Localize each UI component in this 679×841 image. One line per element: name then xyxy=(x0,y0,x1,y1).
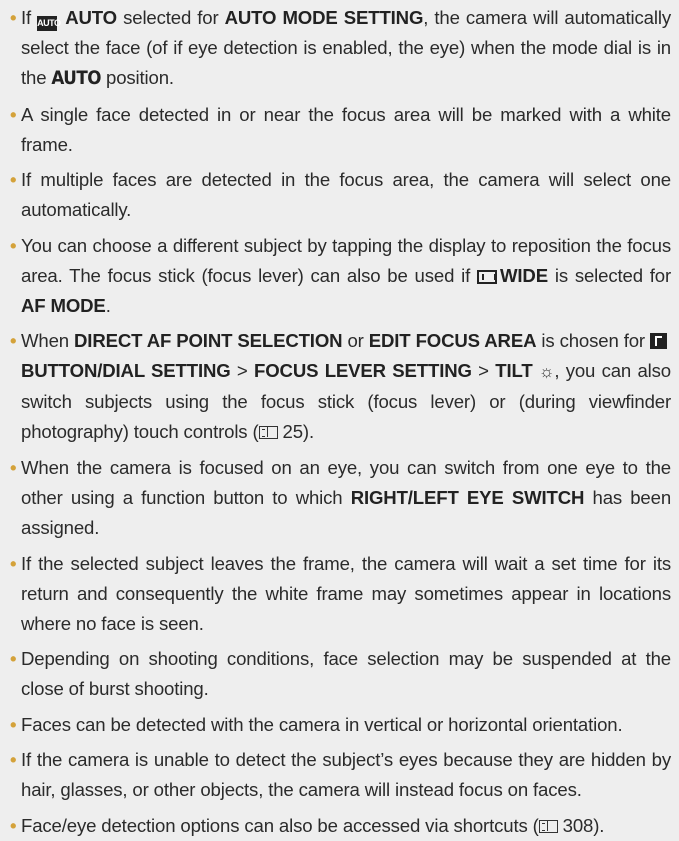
bullet-icon: • xyxy=(10,234,17,256)
tilt-icon: ☼ xyxy=(538,362,555,382)
wide-af-icon xyxy=(477,269,498,284)
bullet-icon: • xyxy=(10,749,17,771)
bullet-icon: • xyxy=(10,456,17,478)
menu-term: AUTO MODE SETTING xyxy=(224,7,424,28)
note-item: • If the camera is unable to detect the s… xyxy=(10,745,671,805)
menu-term: BUTTON/DIAL SETTING xyxy=(21,360,231,382)
bullet-icon: • xyxy=(10,713,17,735)
note-text: position. xyxy=(101,67,174,88)
note-item: • When the camera is focused on an eye, y… xyxy=(10,453,671,543)
bullet-icon: • xyxy=(10,7,17,28)
fn-button-icon xyxy=(650,333,668,350)
note-text: 25). xyxy=(282,421,315,443)
menu-term: FOCUS LEVER SETTING xyxy=(254,360,472,382)
note-text: is chosen for xyxy=(536,330,651,352)
note-text: Faces can be detected with the camera in… xyxy=(21,713,623,735)
note-text: . xyxy=(105,294,111,316)
note-text: If the camera is unable to detect the su… xyxy=(21,749,671,801)
note-text: 308). xyxy=(562,814,605,836)
bullet-icon: • xyxy=(10,648,17,670)
page-ref-icon xyxy=(258,426,278,440)
note-item: • Face/eye detection options can also be … xyxy=(10,811,671,841)
manual-page: • If AUTO AUTO selected for AUTO MODE SET… xyxy=(0,0,679,836)
note-text: selected for xyxy=(117,7,225,28)
menu-term: RIGHT/LEFT EYE SWITCH xyxy=(350,486,585,508)
note-text: > xyxy=(471,360,496,382)
note-item: • When DIRECT AF POINT SELECTION or EDIT … xyxy=(10,326,671,447)
note-text: When xyxy=(21,330,75,352)
menu-term: AF MODE xyxy=(21,294,106,316)
menu-term: WIDE xyxy=(500,264,548,286)
note-item: • If AUTO AUTO selected for AUTO MODE SET… xyxy=(10,3,671,94)
menu-term: AUTO xyxy=(65,7,117,28)
note-item: • Depending on shooting conditions, face … xyxy=(10,644,671,704)
note-text: A single face detected in or near the fo… xyxy=(21,103,671,155)
bullet-icon: • xyxy=(10,169,17,191)
note-text: Face/eye detection options can also be a… xyxy=(21,814,539,836)
menu-term: EDIT FOCUS AREA xyxy=(368,330,537,352)
note-text: If the selected subject leaves the frame… xyxy=(21,552,671,634)
menu-term: AUTO xyxy=(51,68,102,89)
note-text: is selected for xyxy=(547,264,671,286)
bullet-icon: • xyxy=(10,814,17,836)
note-item: • You can choose a different subject by t… xyxy=(10,231,671,321)
bullet-icon: • xyxy=(10,103,17,125)
note-text: If xyxy=(21,7,38,28)
page-ref-icon xyxy=(538,819,558,833)
bullet-icon: • xyxy=(10,330,17,352)
note-text: Depending on shooting conditions, face s… xyxy=(21,648,671,700)
menu-term: TILT xyxy=(495,360,533,382)
notes-list: • If AUTO AUTO selected for AUTO MODE SET… xyxy=(10,3,671,841)
note-item: • If the selected subject leaves the fram… xyxy=(10,549,671,639)
auto-mode-icon: AUTO xyxy=(37,16,61,31)
bullet-icon: • xyxy=(10,552,17,574)
menu-term: DIRECT AF POINT SELECTION xyxy=(74,330,343,352)
note-text: If multiple faces are detected in the fo… xyxy=(21,169,671,221)
note-item: • If multiple faces are detected in the f… xyxy=(10,165,671,225)
note-item: • Faces can be detected with the camera i… xyxy=(10,710,671,740)
note-text: or xyxy=(342,330,369,352)
note-item: • A single face detected in or near the f… xyxy=(10,100,671,160)
note-text: > xyxy=(230,360,255,382)
